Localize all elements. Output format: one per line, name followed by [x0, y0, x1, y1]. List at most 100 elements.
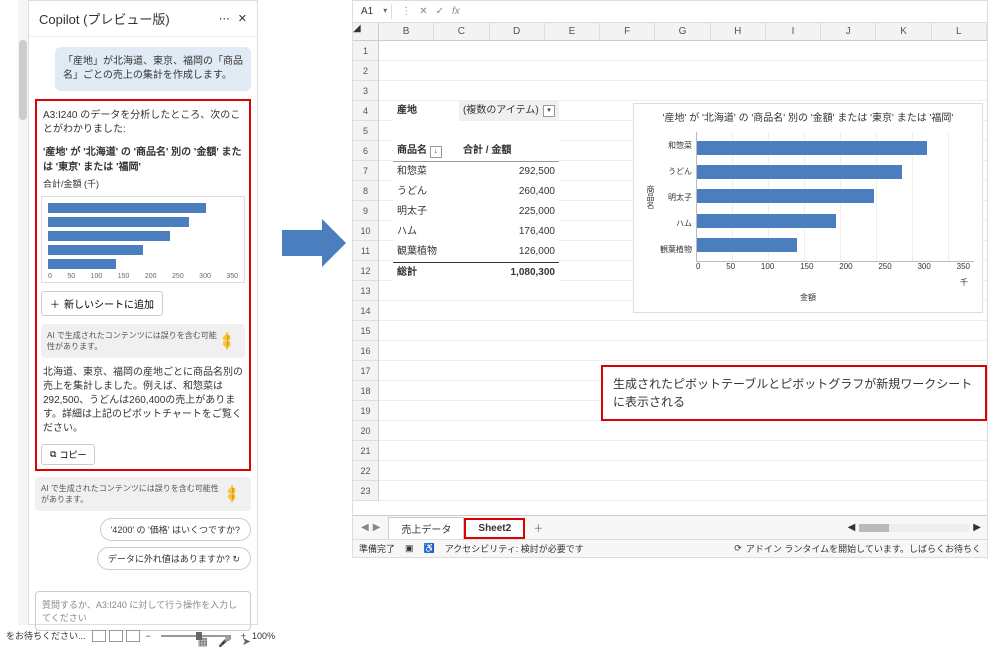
col-header[interactable]: J	[821, 23, 876, 40]
view-layout-icon[interactable]	[109, 630, 123, 642]
zoom-slider[interactable]	[161, 635, 231, 637]
zoom-plus-icon[interactable]: +	[241, 631, 246, 641]
row-header[interactable]: 22	[353, 461, 378, 481]
analysis-title: '産地' が '北海道' の '商品名' 別の '金額' または '東京' また…	[41, 141, 245, 175]
col-header[interactable]: I	[766, 23, 821, 40]
pivot-col1-header[interactable]: 商品名 ↓	[393, 141, 459, 161]
thumbs-up-icon[interactable]: 👍	[222, 332, 232, 341]
cell-grid[interactable]: 産地 (複数のアイテム)▾ 商品名 ↓ 合計 / 金額 和惣菜292,500 う…	[379, 41, 987, 501]
row-header[interactable]: 20	[353, 421, 378, 441]
arrow-icon	[282, 230, 322, 256]
row-header[interactable]: 15	[353, 321, 378, 341]
thumbs-down-icon[interactable]: 👎	[227, 494, 237, 503]
sort-icon[interactable]: ↓	[430, 146, 442, 158]
excel-window: A1 ⋮ ✕ ✓ fx ◢ B C D E F G H I J K L 1234…	[352, 0, 988, 558]
fx-icon[interactable]: fx	[449, 6, 463, 17]
add-to-sheet-button[interactable]: ＋新しいシートに追加	[41, 291, 163, 316]
row-header[interactable]: 13	[353, 281, 378, 301]
sheet-tab-1[interactable]: 売上データ	[388, 517, 464, 539]
mini-bar	[48, 203, 206, 213]
row-header[interactable]: 16	[353, 341, 378, 361]
col-header[interactable]: H	[711, 23, 766, 40]
close-icon[interactable]: ✕	[238, 12, 247, 25]
row-header[interactable]: 1	[353, 41, 378, 61]
cancel-icon[interactable]: ✕	[416, 6, 430, 17]
pane-scrollbar[interactable]	[18, 0, 28, 625]
pivot-row-name: 明太子	[393, 202, 459, 222]
copilot-pane: Copilot (プレビュー版) ⋯ ✕ 「産地」が北海道、東京、福岡の「商品名…	[28, 0, 258, 625]
col-header[interactable]: L	[932, 23, 987, 40]
chart-ylabel: 商品名	[642, 132, 656, 262]
col-header[interactable]: F	[600, 23, 655, 40]
zoom-value: 100%	[252, 631, 275, 641]
row-header[interactable]: 4	[353, 101, 378, 121]
col-header[interactable]: D	[490, 23, 545, 40]
add-sheet-icon[interactable]: ＋	[525, 520, 551, 535]
row-header[interactable]: 19	[353, 401, 378, 421]
view-break-icon[interactable]	[126, 630, 140, 642]
row-header[interactable]: 9	[353, 201, 378, 221]
tab-next-icon[interactable]: ▶	[373, 522, 381, 533]
col-header[interactable]: G	[655, 23, 710, 40]
mini-bar	[48, 217, 189, 227]
row-header[interactable]: 10	[353, 221, 378, 241]
copy-button[interactable]: ⧉コピー	[41, 444, 95, 465]
scroll-left-icon[interactable]: ◀	[848, 522, 856, 533]
row-header[interactable]: 6	[353, 141, 378, 161]
thumbs-down-icon[interactable]: 👎	[222, 341, 232, 350]
row-header[interactable]: 2	[353, 61, 378, 81]
refresh-icon[interactable]: ↻	[232, 554, 240, 564]
pivot-table[interactable]: 産地 (複数のアイテム)▾ 商品名 ↓ 合計 / 金額 和惣菜292,500 う…	[393, 101, 559, 283]
row-header[interactable]: 7	[353, 161, 378, 181]
thumbs-up-icon[interactable]: 👍	[227, 485, 237, 494]
row-header[interactable]: 23	[353, 481, 378, 501]
pivot-total-label: 総計	[393, 263, 459, 283]
select-all-cell[interactable]: ◢	[353, 23, 379, 40]
row-header[interactable]: 3	[353, 81, 378, 101]
col-header[interactable]: C	[434, 23, 489, 40]
col-header[interactable]: B	[379, 23, 434, 40]
pivot-chart[interactable]: '産地' が '北海道' の '商品名' 別の '金額' または '東京' また…	[633, 103, 983, 313]
annotation-callout: 生成されたピボットテーブルとピボットグラフが新規ワークシートに表示される	[601, 365, 987, 421]
row-header[interactable]: 11	[353, 241, 378, 261]
status-ready: 準備完了	[359, 542, 395, 555]
pivot-row-value: 260,400	[459, 182, 559, 202]
pivot-filter-value[interactable]: (複数のアイテム)▾	[459, 101, 559, 121]
more-icon[interactable]: ⋯	[219, 12, 230, 25]
dropdown-icon[interactable]: ⋮	[398, 6, 414, 17]
zoom-minus-icon[interactable]: −	[146, 631, 151, 641]
copilot-header: Copilot (プレビュー版) ⋯ ✕	[29, 1, 257, 37]
row-header[interactable]: 17	[353, 361, 378, 381]
col-header[interactable]: K	[876, 23, 931, 40]
row-header[interactable]: 21	[353, 441, 378, 461]
row-header[interactable]: 5	[353, 121, 378, 141]
chart-title: '産地' が '北海道' の '商品名' 別の '金額' または '東京' また…	[642, 112, 974, 126]
sheet-tab-2[interactable]: Sheet2	[464, 518, 525, 539]
horizontal-scrollbar[interactable]	[859, 524, 969, 532]
pivot-row-name: 観葉植物	[393, 242, 459, 262]
row-header[interactable]: 18	[353, 381, 378, 401]
recorder-icon[interactable]: ▣	[405, 543, 414, 554]
plus-icon: ＋	[50, 296, 60, 311]
filter-icon[interactable]: ▾	[543, 105, 555, 117]
row-headers: 1234567891011121314151617181920212223	[353, 41, 379, 501]
suggestion-pill-1[interactable]: '4200' の '価格' はいくつですか?	[100, 518, 251, 541]
row-header[interactable]: 14	[353, 301, 378, 321]
confirm-icon[interactable]: ✓	[433, 6, 447, 17]
chart-xaxis: 050100150200250300350	[696, 262, 974, 271]
row-header[interactable]: 12	[353, 261, 378, 281]
mini-chart: 050100150200250300350	[41, 196, 245, 283]
col-header[interactable]: E	[545, 23, 600, 40]
row-header[interactable]: 8	[353, 181, 378, 201]
scroll-thumb[interactable]	[19, 40, 27, 120]
scroll-right-icon[interactable]: ▶	[973, 522, 981, 533]
tab-prev-icon[interactable]: ◀	[361, 522, 369, 533]
accessibility-icon[interactable]: ♿	[424, 543, 435, 554]
suggestion-pill-2[interactable]: データに外れ値はありますか? ↻	[97, 547, 251, 570]
view-normal-icon[interactable]	[92, 630, 106, 642]
name-box[interactable]: A1	[353, 4, 392, 19]
column-headers: ◢ B C D E F G H I J K L	[353, 23, 987, 41]
copilot-input[interactable]: 質問するか、A3:I240 に対して行う操作を入力してください	[35, 591, 251, 631]
pivot-col2-header: 合計 / 金額	[459, 141, 559, 161]
mini-bar	[48, 259, 116, 269]
